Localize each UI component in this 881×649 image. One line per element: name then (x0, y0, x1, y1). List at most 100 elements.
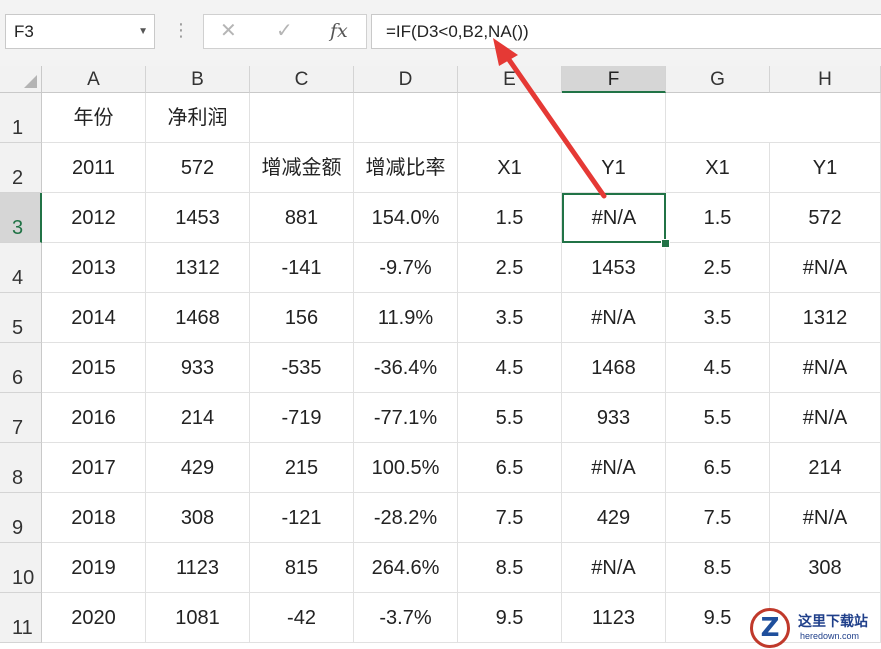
cell-g5[interactable]: 3.5 (666, 293, 770, 343)
cell-d11[interactable]: -3.7% (354, 593, 458, 643)
cell-d7[interactable]: -77.1% (354, 393, 458, 443)
column-header-b[interactable]: B (146, 66, 250, 93)
cell-c6[interactable]: -535 (250, 343, 354, 393)
row-header-6[interactable]: 6 (0, 343, 42, 393)
cell-a3[interactable]: 2012 (42, 193, 146, 243)
cell-h6[interactable]: #N/A (770, 343, 881, 393)
cell-d2[interactable]: 增减比率 (354, 143, 458, 193)
cell-f9[interactable]: 429 (562, 493, 666, 543)
cell-e9[interactable]: 7.5 (458, 493, 562, 543)
cell-h4[interactable]: #N/A (770, 243, 881, 293)
row-header-5[interactable]: 5 (0, 293, 42, 343)
row-header-7[interactable]: 7 (0, 393, 42, 443)
cell-e5[interactable]: 3.5 (458, 293, 562, 343)
cell-e8[interactable]: 6.5 (458, 443, 562, 493)
cell-d3[interactable]: 154.0% (354, 193, 458, 243)
cell-b4[interactable]: 1312 (146, 243, 250, 293)
chevron-down-icon[interactable]: ▼ (138, 15, 148, 48)
cell-d5[interactable]: 11.9% (354, 293, 458, 343)
cell-d4[interactable]: -9.7% (354, 243, 458, 293)
cell-f10[interactable]: #N/A (562, 543, 666, 593)
cell-b3[interactable]: 1453 (146, 193, 250, 243)
row-header-3[interactable]: 3 (0, 193, 42, 243)
cell-c4[interactable]: -141 (250, 243, 354, 293)
cell-c3[interactable]: 881 (250, 193, 354, 243)
cell-a1[interactable]: 年份 (42, 93, 146, 143)
cell-f3[interactable]: #N/A (562, 193, 666, 243)
cell-a6[interactable]: 2015 (42, 343, 146, 393)
cell-h10[interactable]: 308 (770, 543, 881, 593)
cell-e11[interactable]: 9.5 (458, 593, 562, 643)
cell-g8[interactable]: 6.5 (666, 443, 770, 493)
cell-b8[interactable]: 429 (146, 443, 250, 493)
cell-a10[interactable]: 2019 (42, 543, 146, 593)
cell-e6[interactable]: 4.5 (458, 343, 562, 393)
cell-c7[interactable]: -719 (250, 393, 354, 443)
cell-b11[interactable]: 1081 (146, 593, 250, 643)
cell-c5[interactable]: 156 (250, 293, 354, 343)
cell-g10[interactable]: 8.5 (666, 543, 770, 593)
cell-f5[interactable]: #N/A (562, 293, 666, 343)
cell-c11[interactable]: -42 (250, 593, 354, 643)
cell-c1[interactable] (250, 93, 354, 143)
cell-c8[interactable]: 215 (250, 443, 354, 493)
cell-e10[interactable]: 8.5 (458, 543, 562, 593)
column-header-a[interactable]: A (42, 66, 146, 93)
cell-a11[interactable]: 2020 (42, 593, 146, 643)
cell-f11[interactable]: 1123 (562, 593, 666, 643)
column-header-e[interactable]: E (458, 66, 562, 93)
cell-g6[interactable]: 4.5 (666, 343, 770, 393)
cell-g1[interactable] (666, 93, 881, 143)
cell-g4[interactable]: 2.5 (666, 243, 770, 293)
column-header-d[interactable]: D (354, 66, 458, 93)
cell-c10[interactable]: 815 (250, 543, 354, 593)
cell-h5[interactable]: 1312 (770, 293, 881, 343)
cell-a7[interactable]: 2016 (42, 393, 146, 443)
cell-f7[interactable]: 933 (562, 393, 666, 443)
row-header-4[interactable]: 4 (0, 243, 42, 293)
cell-e3[interactable]: 1.5 (458, 193, 562, 243)
cell-b5[interactable]: 1468 (146, 293, 250, 343)
cancel-icon[interactable]: ✕ (220, 15, 237, 48)
cell-c9[interactable]: -121 (250, 493, 354, 543)
cell-b2[interactable]: 572 (146, 143, 250, 193)
cell-h2[interactable]: Y1 (770, 143, 881, 193)
column-header-h[interactable]: H (770, 66, 881, 93)
cell-b10[interactable]: 1123 (146, 543, 250, 593)
cell-b7[interactable]: 214 (146, 393, 250, 443)
cell-d10[interactable]: 264.6% (354, 543, 458, 593)
fill-handle[interactable] (661, 239, 670, 248)
row-header-10[interactable]: 10 (0, 543, 42, 593)
row-header-11[interactable]: 11 (0, 593, 42, 643)
cell-a5[interactable]: 2014 (42, 293, 146, 343)
row-header-2[interactable]: 2 (0, 143, 42, 193)
name-box[interactable]: F3 ▼ (5, 14, 155, 49)
cell-g7[interactable]: 5.5 (666, 393, 770, 443)
cell-a4[interactable]: 2013 (42, 243, 146, 293)
cell-h9[interactable]: #N/A (770, 493, 881, 543)
cell-g2[interactable]: X1 (666, 143, 770, 193)
cell-h3[interactable]: 572 (770, 193, 881, 243)
row-header-1[interactable]: 1 (0, 93, 42, 143)
cell-e4[interactable]: 2.5 (458, 243, 562, 293)
cell-g9[interactable]: 7.5 (666, 493, 770, 543)
cell-e1[interactable] (458, 93, 666, 143)
cell-g3[interactable]: 1.5 (666, 193, 770, 243)
cell-d9[interactable]: -28.2% (354, 493, 458, 543)
more-options-icon[interactable]: ⋮ (172, 14, 190, 49)
row-header-8[interactable]: 8 (0, 443, 42, 493)
cell-d8[interactable]: 100.5% (354, 443, 458, 493)
function-icon[interactable]: fx (330, 15, 348, 48)
column-header-c[interactable]: C (250, 66, 354, 93)
cell-b9[interactable]: 308 (146, 493, 250, 543)
row-header-9[interactable]: 9 (0, 493, 42, 543)
cell-b6[interactable]: 933 (146, 343, 250, 393)
cell-e7[interactable]: 5.5 (458, 393, 562, 443)
cell-d6[interactable]: -36.4% (354, 343, 458, 393)
select-all-corner[interactable] (0, 66, 42, 93)
cell-f4[interactable]: 1453 (562, 243, 666, 293)
cell-h7[interactable]: #N/A (770, 393, 881, 443)
cell-c2[interactable]: 增减金额 (250, 143, 354, 193)
cell-a2[interactable]: 2011 (42, 143, 146, 193)
cell-d1[interactable] (354, 93, 458, 143)
